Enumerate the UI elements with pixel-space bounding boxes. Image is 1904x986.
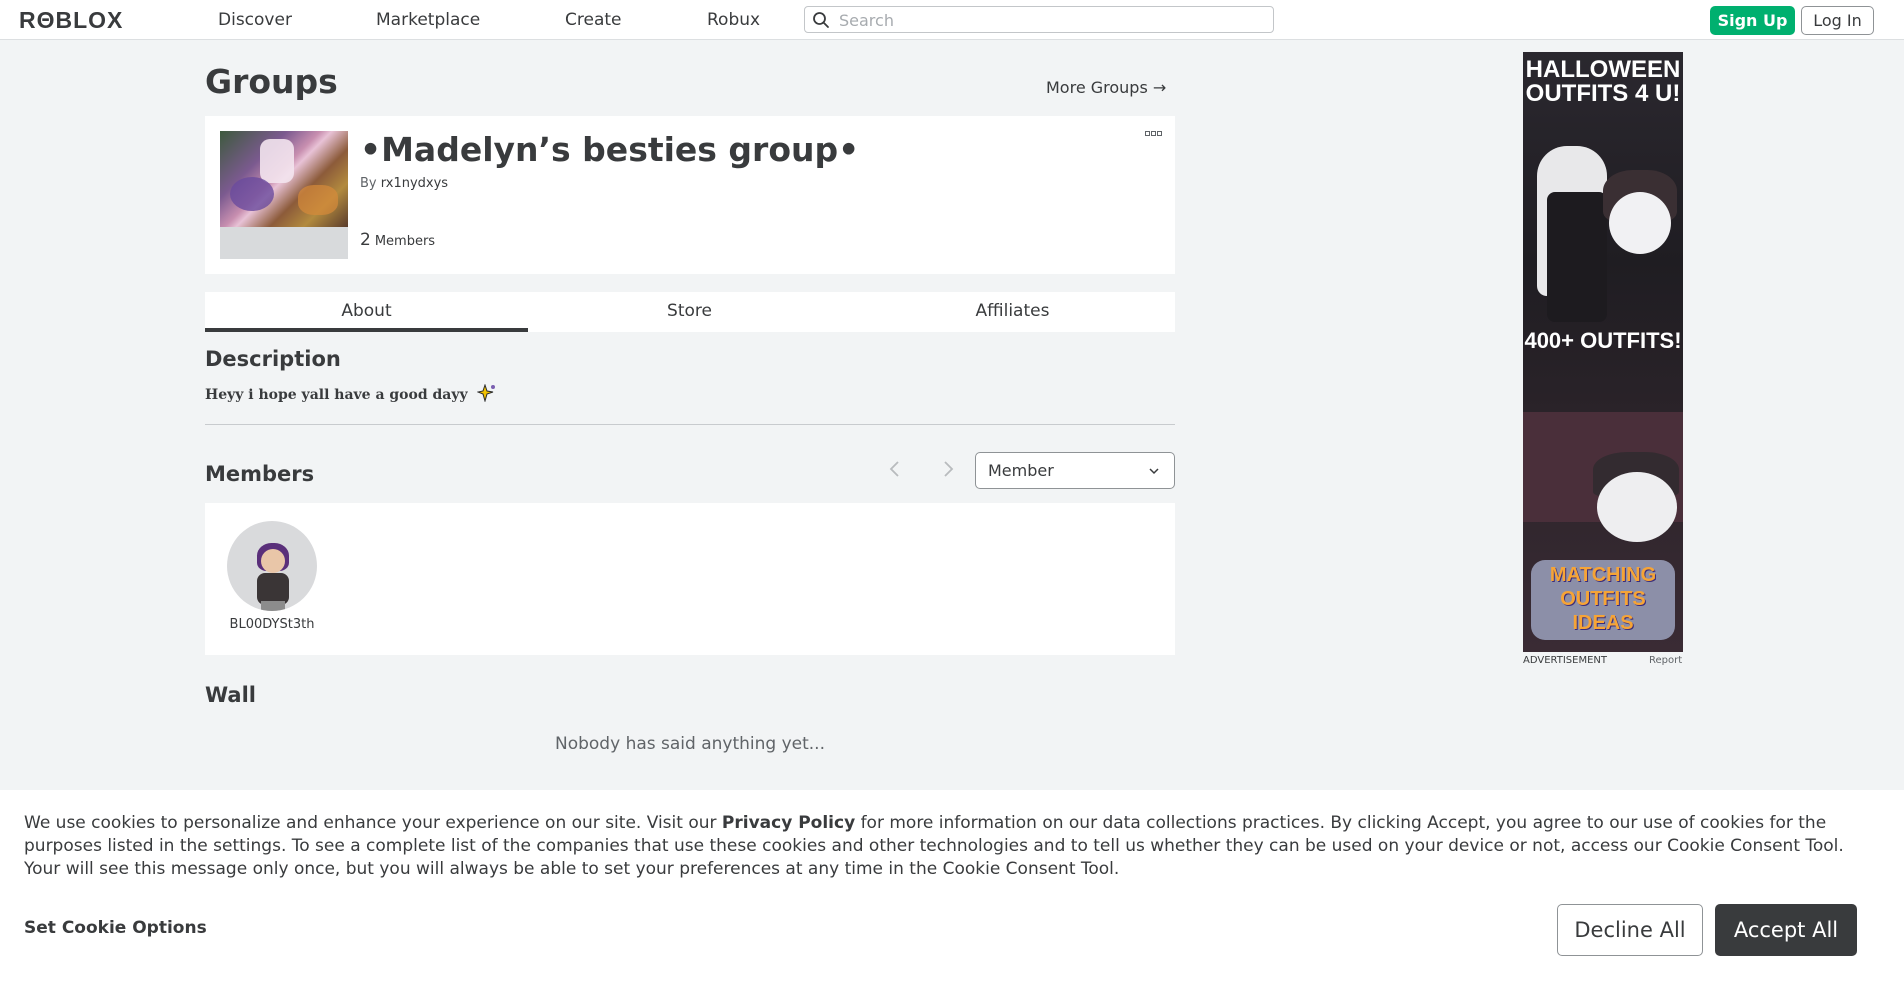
member-card[interactable]: BL00DYSt3th: [205, 503, 339, 643]
more-groups-link[interactable]: More Groups →: [1046, 78, 1166, 97]
nav-create[interactable]: Create: [565, 10, 622, 30]
advertisement-label: ADVERTISEMENT: [1523, 655, 1608, 666]
advertisement-banner[interactable]: HALLOWEEN OUTFITS 4 U! 400+ OUTFITS! MAT…: [1523, 52, 1683, 652]
role-select-value: Member: [988, 461, 1054, 480]
owner-link[interactable]: rx1nydxys: [381, 176, 448, 191]
more-options-icon[interactable]: [1145, 130, 1163, 138]
page-title: Groups: [205, 62, 338, 101]
search-icon: [813, 12, 829, 28]
tab-store[interactable]: Store: [528, 292, 851, 332]
report-ad-link[interactable]: Report: [1649, 655, 1682, 666]
member-count-label: Members: [374, 234, 436, 249]
search-box[interactable]: [804, 6, 1274, 33]
next-page-icon[interactable]: [937, 458, 959, 480]
chevron-down-icon: [1149, 468, 1159, 475]
group-emblem[interactable]: [220, 131, 348, 259]
member-name[interactable]: BL00DYSt3th: [205, 617, 339, 632]
group-tabs: About Store Affiliates: [205, 292, 1175, 332]
nav-discover[interactable]: Discover: [218, 10, 292, 30]
roblox-logo[interactable]: RΘBLOX: [19, 7, 123, 34]
group-member-count: 2 Members: [360, 230, 435, 250]
sign-up-button[interactable]: Sign Up: [1710, 6, 1795, 35]
privacy-policy-link[interactable]: Privacy Policy: [722, 813, 855, 833]
tab-affiliates[interactable]: Affiliates: [851, 292, 1174, 332]
members-panel: BL00DYSt3th: [205, 503, 1175, 655]
cookie-message: We use cookies to personalize and enhanc…: [24, 812, 1874, 881]
description-body: Heyy i hope yall have a good dayy: [205, 387, 468, 403]
group-name: •Madelyn’s besties group•: [360, 130, 860, 169]
ad-avatar2-head: [1597, 472, 1677, 542]
ad-badge-line-3: IDEAS: [1572, 612, 1634, 634]
wall-heading: Wall: [205, 683, 256, 707]
member-avatar[interactable]: [227, 521, 317, 611]
role-select[interactable]: Member: [975, 452, 1175, 489]
member-count-value: 2: [360, 230, 371, 250]
nav-robux[interactable]: Robux: [707, 10, 760, 30]
set-cookie-options-link[interactable]: Set Cookie Options: [24, 918, 207, 938]
group-header-card: •Madelyn’s besties group• By rx1nydxys 2…: [205, 116, 1175, 274]
ad-badge-line-2: OUTFITS: [1560, 588, 1646, 610]
cookie-text-part-1: We use cookies to personalize and enhanc…: [24, 813, 722, 833]
accept-all-button[interactable]: Accept All: [1715, 904, 1857, 956]
top-navigation-bar: RΘBLOX Discover Marketplace Create Robux…: [0, 0, 1904, 40]
ad-dress-figure: [1547, 192, 1607, 322]
sparkle-emoji-icon: [475, 383, 495, 403]
decline-all-button[interactable]: Decline All: [1557, 904, 1703, 956]
search-input[interactable]: [837, 9, 1261, 32]
cookie-consent-banner: We use cookies to personalize and enhanc…: [0, 790, 1904, 986]
description-heading: Description: [205, 347, 341, 371]
description-divider: [205, 424, 1175, 425]
by-label: By: [360, 176, 377, 191]
ad-headline-2: OUTFITS 4 U!: [1525, 80, 1681, 107]
previous-page-icon[interactable]: [884, 458, 906, 480]
ad-badge-line-1: MATCHING: [1549, 564, 1657, 586]
ad-matching-outfits-badge: MATCHING OUTFITS IDEAS: [1531, 560, 1675, 640]
log-in-button[interactable]: Log In: [1801, 6, 1874, 35]
nav-marketplace[interactable]: Marketplace: [376, 10, 480, 30]
members-heading: Members: [205, 462, 315, 486]
ad-avatar-head: [1609, 192, 1671, 254]
wall-empty-message: Nobody has said anything yet...: [555, 734, 825, 754]
description-text: Heyy i hope yall have a good dayy: [205, 383, 497, 403]
ad-headline-3: 400+ OUTFITS!: [1524, 328, 1682, 353]
group-owner: By rx1nydxys: [360, 176, 448, 191]
tab-about[interactable]: About: [205, 292, 528, 332]
group-emblem-image: [220, 131, 348, 227]
